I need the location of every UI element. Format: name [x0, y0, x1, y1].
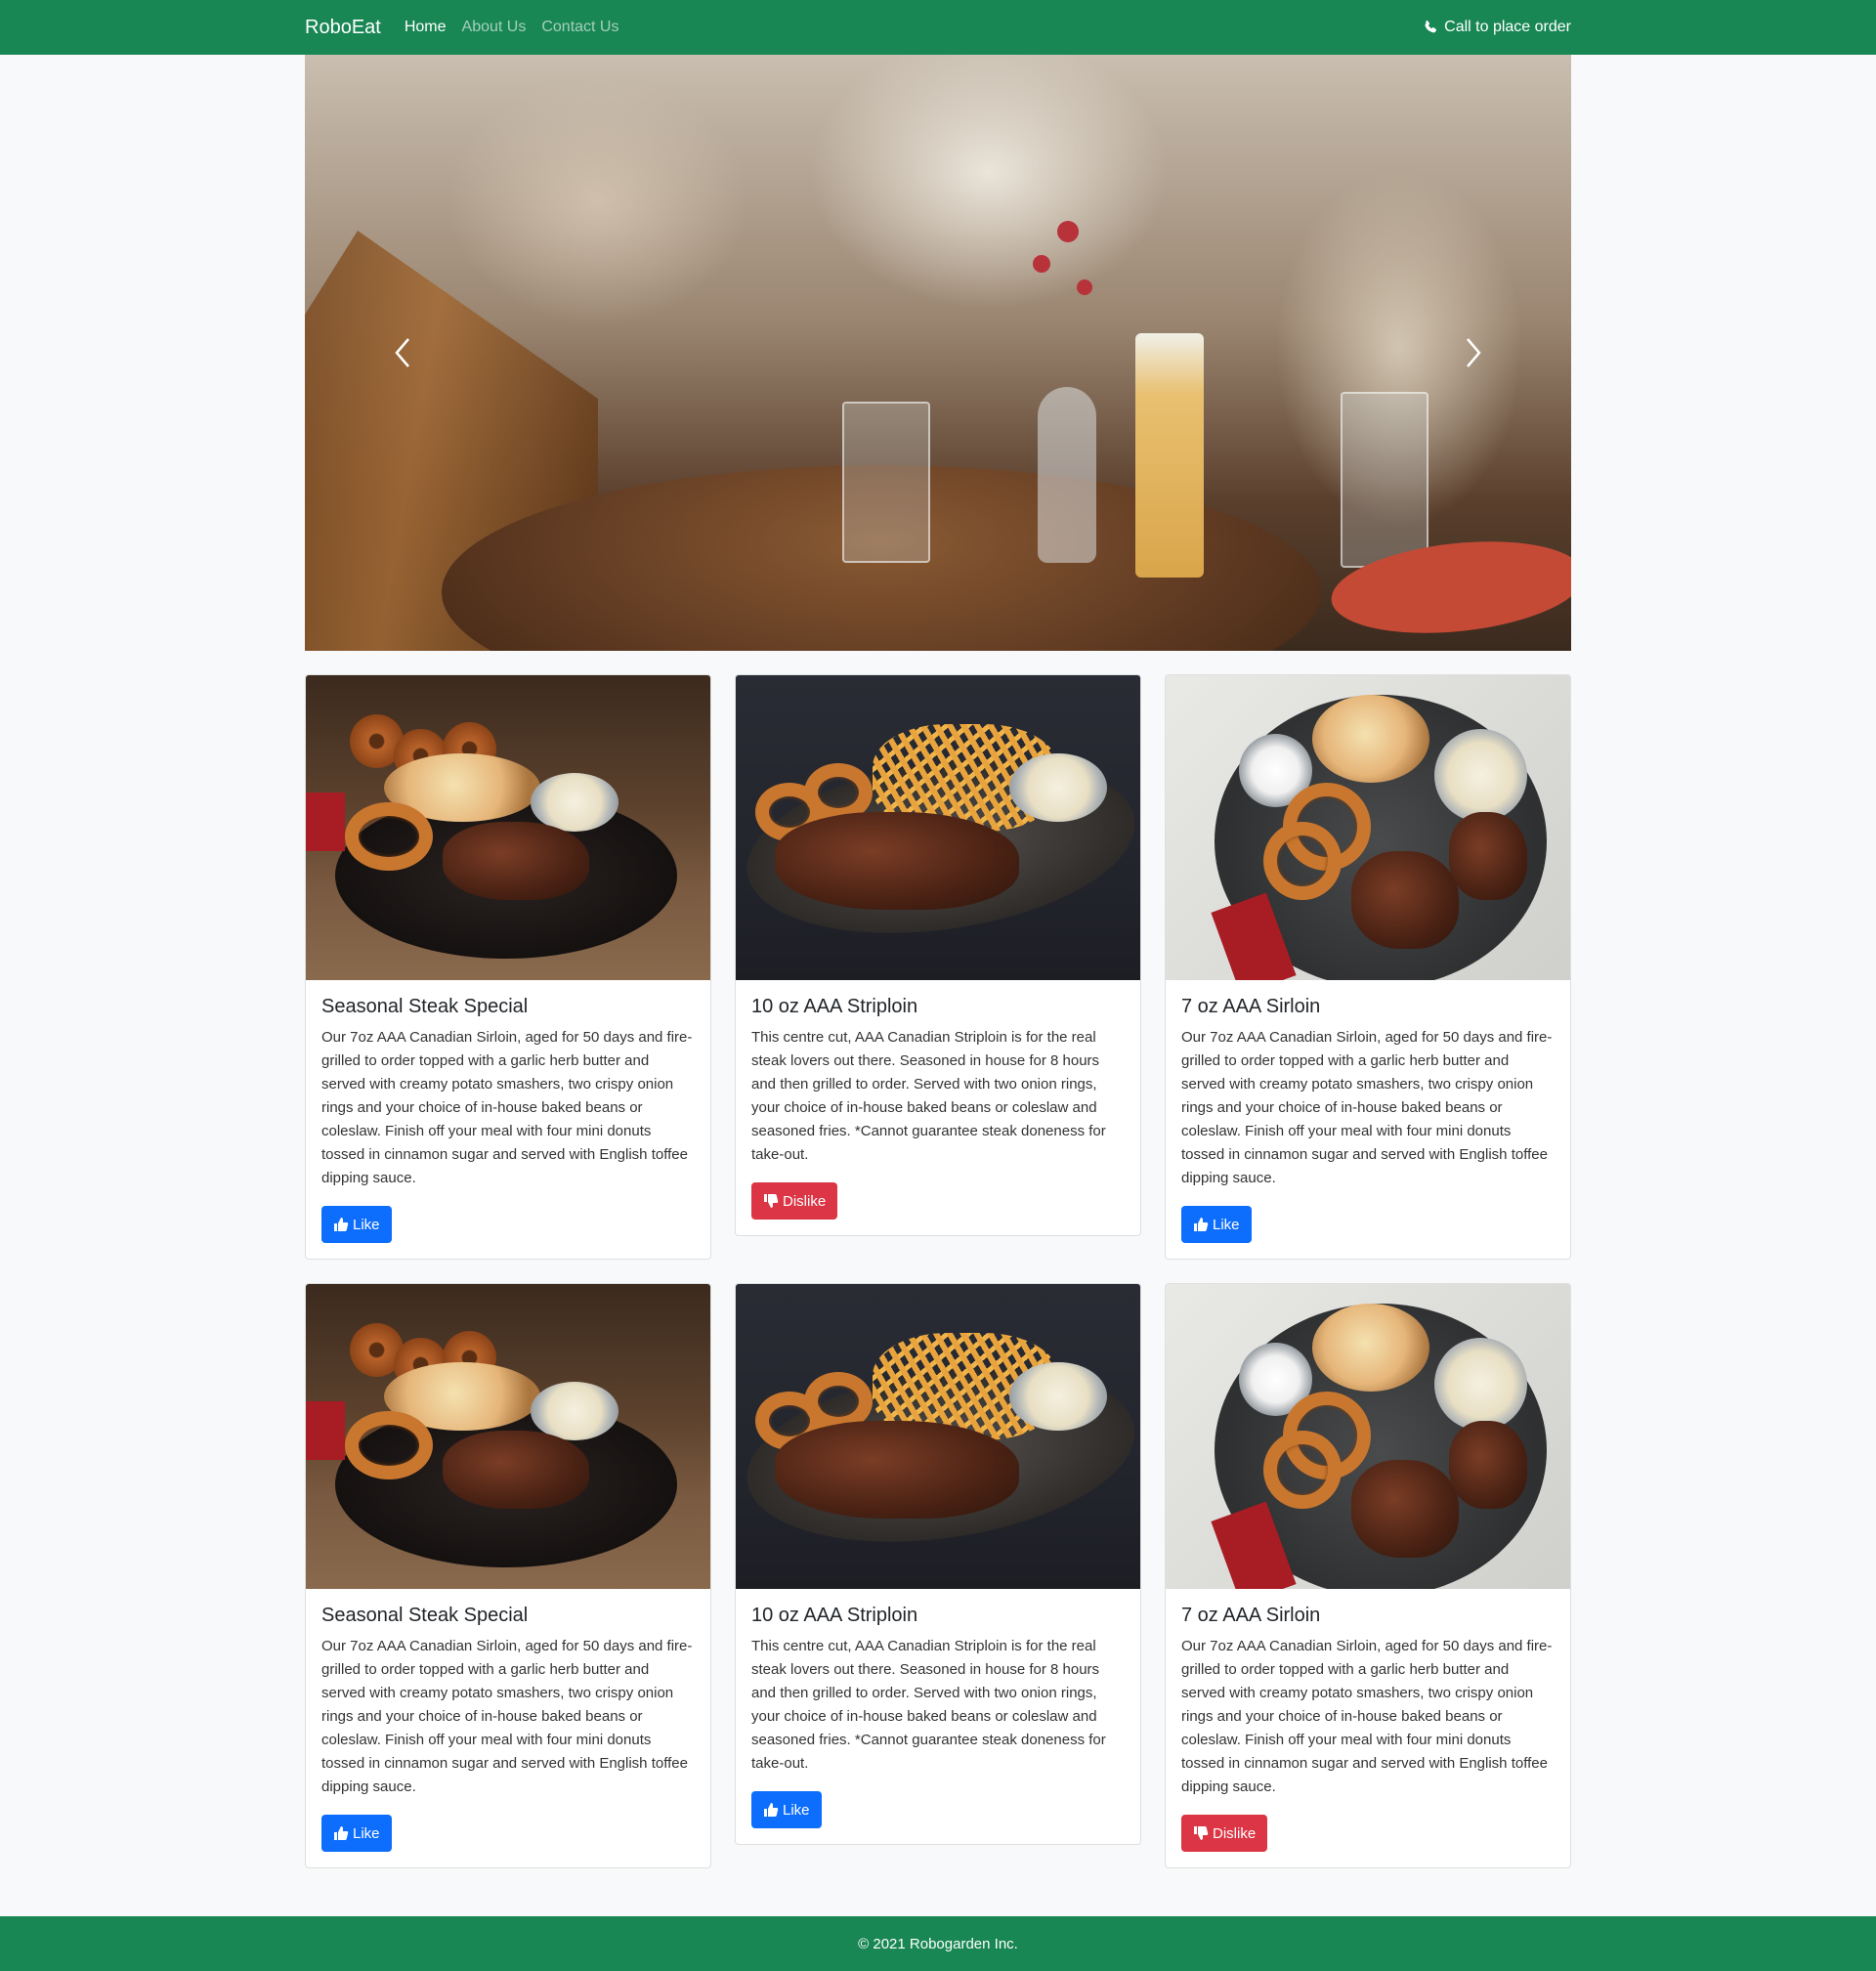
footer: © 2021 Robogarden Inc. [0, 1916, 1876, 1971]
carousel-image-vase [1038, 387, 1096, 563]
card-body: Seasonal Steak Special Our 7oz AAA Canad… [306, 1589, 710, 1867]
card-image-seasonal-steak [306, 1284, 710, 1589]
like-button[interactable]: Like [321, 1815, 392, 1852]
like-button-label: Like [353, 1824, 380, 1842]
card-body: Seasonal Steak Special Our 7oz AAA Canad… [306, 980, 710, 1259]
phone-icon [1425, 20, 1437, 33]
carousel-image-juice [1135, 333, 1204, 578]
menu-card-striploin: 10 oz AAA Striploin This centre cut, AAA… [735, 674, 1141, 1236]
chevron-left-icon [395, 338, 409, 367]
card-body: 7 oz AAA Sirloin Our 7oz AAA Canadian Si… [1166, 980, 1570, 1259]
card-description: Our 7oz AAA Canadian Sirloin, aged for 5… [1181, 1029, 1553, 1186]
thumbs-up-icon [334, 1826, 349, 1840]
carousel-next-button[interactable] [1376, 55, 1571, 651]
card-title: 7 oz AAA Sirloin [1181, 996, 1321, 1017]
nav-link-home[interactable]: Home [405, 19, 447, 36]
carousel-image-flower [1077, 279, 1092, 295]
hero-carousel [305, 55, 1571, 651]
like-button-label: Like [353, 1216, 380, 1233]
dislike-button[interactable]: Dislike [751, 1182, 838, 1220]
thumbs-up-icon [764, 1803, 779, 1817]
chevron-right-icon [1467, 338, 1481, 367]
footer-copyright: © 2021 Robogarden Inc. [858, 1935, 1018, 1952]
dislike-button-label: Dislike [1213, 1824, 1257, 1842]
card-image-striploin [736, 1284, 1140, 1589]
call-to-order-label: Call to place order [1444, 19, 1571, 35]
card-description: Our 7oz AAA Canadian Sirloin, aged for 5… [1181, 1638, 1553, 1795]
like-button-label: Like [1213, 1216, 1240, 1233]
thumbs-up-icon [1194, 1218, 1209, 1231]
nav-link-contact[interactable]: Contact Us [541, 19, 618, 36]
card-body: 10 oz AAA Striploin This centre cut, AAA… [736, 1589, 1140, 1844]
call-to-order[interactable]: Call to place order [1423, 19, 1571, 36]
navbar: RoboEat Home About Us Contact Us Call to… [0, 0, 1876, 55]
card-description: This centre cut, AAA Canadian Striploin … [751, 1638, 1106, 1772]
card-title: Seasonal Steak Special [321, 996, 529, 1017]
carousel-prev-button[interactable] [305, 55, 500, 651]
menu-card-sirloin: 7 oz AAA Sirloin Our 7oz AAA Canadian Si… [1165, 1283, 1571, 1868]
nav-link-about[interactable]: About Us [462, 19, 527, 36]
like-button[interactable]: Like [321, 1206, 392, 1243]
like-button[interactable]: Like [1181, 1206, 1252, 1243]
card-image-sirloin [1166, 1284, 1570, 1589]
menu-card-sirloin: 7 oz AAA Sirloin Our 7oz AAA Canadian Si… [1165, 674, 1571, 1260]
brand-link[interactable]: RoboEat [305, 17, 381, 39]
card-description: Our 7oz AAA Canadian Sirloin, aged for 5… [321, 1638, 693, 1795]
thumbs-up-icon [334, 1218, 349, 1231]
card-body: 10 oz AAA Striploin This centre cut, AAA… [736, 980, 1140, 1235]
dislike-button-label: Dislike [783, 1192, 827, 1210]
carousel-image-glass [842, 402, 930, 563]
menu-card-seasonal-steak: Seasonal Steak Special Our 7oz AAA Canad… [305, 1283, 711, 1868]
card-title: 10 oz AAA Striploin [751, 1605, 918, 1626]
card-description: Our 7oz AAA Canadian Sirloin, aged for 5… [321, 1029, 693, 1186]
card-description: This centre cut, AAA Canadian Striploin … [751, 1029, 1106, 1163]
menu-card-seasonal-steak: Seasonal Steak Special Our 7oz AAA Canad… [305, 674, 711, 1260]
carousel-image-flower [1033, 255, 1050, 273]
carousel-image-flower [1057, 221, 1079, 242]
dislike-button[interactable]: Dislike [1181, 1815, 1268, 1852]
card-image-sirloin [1166, 675, 1570, 980]
thumbs-down-icon [764, 1194, 779, 1208]
thumbs-down-icon [1194, 1826, 1209, 1840]
card-title: 10 oz AAA Striploin [751, 996, 918, 1017]
like-button-label: Like [783, 1801, 810, 1819]
navbar-inner: RoboEat Home About Us Contact Us Call to… [305, 0, 1571, 55]
card-body: 7 oz AAA Sirloin Our 7oz AAA Canadian Si… [1166, 1589, 1570, 1867]
like-button[interactable]: Like [751, 1791, 822, 1828]
card-image-seasonal-steak [306, 675, 710, 980]
menu-card-striploin: 10 oz AAA Striploin This centre cut, AAA… [735, 1283, 1141, 1845]
card-title: Seasonal Steak Special [321, 1605, 529, 1626]
card-image-striploin [736, 675, 1140, 980]
card-title: 7 oz AAA Sirloin [1181, 1605, 1321, 1626]
